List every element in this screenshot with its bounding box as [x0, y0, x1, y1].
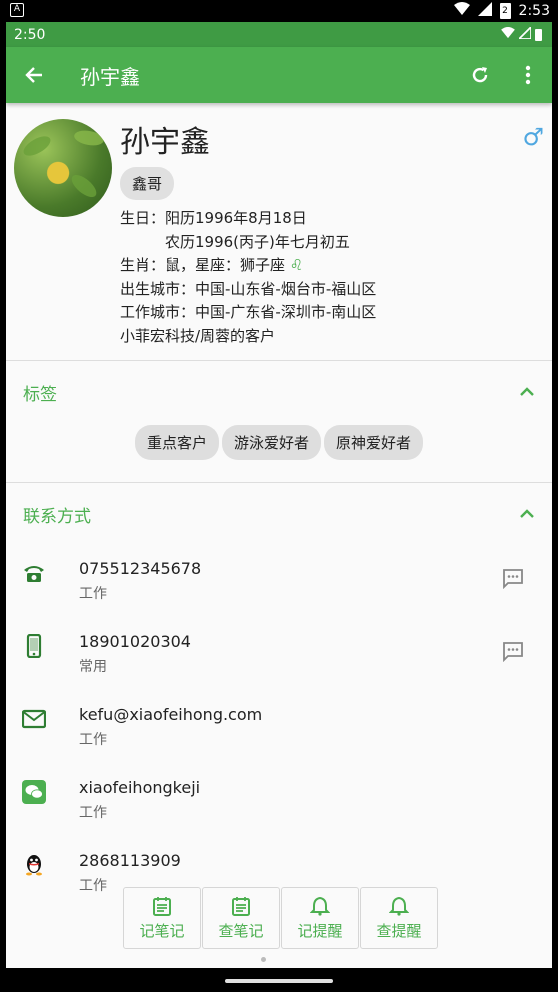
profile-info: 生日：阳历1996年8月18日 农历1996(丙子)年七月初五 生肖：鼠，星座：… — [120, 207, 376, 348]
qq-icon — [26, 855, 42, 876]
view-reminders-label: 查提醒 — [376, 921, 422, 940]
contact-section-header[interactable]: 联系方式 — [6, 483, 552, 545]
tag-chip[interactable]: 重点客户 — [134, 425, 219, 460]
app-window: 2:50 孙宇鑫 孙宇鑫 ♂ 鑫哥 生日：阳历1996年8月18日 农历1996… — [6, 22, 552, 968]
more-vert-icon — [525, 65, 531, 85]
message-icon[interactable] — [502, 567, 524, 589]
zodiac-row: 生肖：鼠，星座：狮子座 ♌ — [120, 254, 376, 278]
message-icon[interactable] — [502, 640, 524, 662]
mobile-phone-icon — [26, 634, 42, 658]
bottom-action-bar: 记笔记 查笔记 记提醒 查提醒 — [123, 887, 438, 949]
battery-icon: 2 — [499, 3, 511, 19]
home-gesture-handle[interactable] — [225, 979, 333, 983]
arrow-left-icon — [25, 67, 42, 83]
app-notification-icon: A — [10, 3, 24, 17]
zodiac-text: 生肖：鼠，星座：狮子座 — [120, 256, 286, 274]
signal-icon — [516, 24, 532, 43]
system-status-bar: A 2 2:53 — [0, 0, 558, 22]
signal-icon — [477, 2, 492, 20]
male-gender-icon: ♂ — [522, 123, 544, 151]
system-navigation-bar — [0, 968, 558, 992]
wifi-icon — [501, 26, 515, 43]
contact-item[interactable]: 075512345678 工作 — [6, 545, 552, 618]
view-notes-button[interactable]: 查笔记 — [202, 887, 280, 949]
birthday-lunar: 农历1996(丙子)年七月初五 — [165, 232, 350, 251]
bell-icon — [389, 896, 409, 916]
contact-label: 常用 — [79, 659, 107, 675]
app-status-time: 2:50 — [14, 26, 46, 43]
add-note-button[interactable]: 记笔记 — [123, 887, 201, 949]
calendar-note-icon — [153, 896, 171, 916]
toolbar: 孙宇鑫 — [6, 47, 552, 103]
add-reminder-button[interactable]: 记提醒 — [281, 887, 359, 949]
contact-value: kefu@xiaofeihong.com — [79, 705, 263, 724]
avatar[interactable] — [14, 119, 112, 217]
tag-chip[interactable]: 游泳爱好者 — [221, 425, 321, 460]
refresh-button[interactable] — [456, 47, 504, 103]
add-note-label: 记笔记 — [139, 921, 185, 940]
wechat-icon — [22, 780, 46, 804]
contact-label: 工作 — [79, 805, 107, 821]
battery-icon — [535, 28, 542, 41]
contact-value: 18901020304 — [79, 632, 191, 651]
contact-label: 工作 — [79, 878, 107, 894]
contact-value: 075512345678 — [79, 559, 202, 578]
tags-section-header[interactable]: 标签 — [6, 361, 552, 423]
tag-chip[interactable]: 原神爱好者 — [324, 425, 424, 460]
app-status-bar: 2:50 — [6, 22, 552, 47]
nickname-chip: 鑫哥 — [120, 167, 175, 200]
contact-label: 工作 — [79, 586, 107, 602]
contact-item[interactable]: kefu@xiaofeihong.com 工作 — [6, 691, 552, 764]
work-city: 工作城市：中国-广东省-深圳市-南山区 — [120, 303, 377, 321]
calendar-note-icon — [232, 896, 250, 916]
page-title: 孙宇鑫 — [80, 64, 140, 89]
contact-value: 2868113909 — [79, 851, 181, 870]
contact-item[interactable]: 18901020304 常用 — [6, 618, 552, 691]
refresh-icon — [472, 67, 488, 83]
birth-city: 出生城市：中国-山东省-烟台市-福山区 — [120, 279, 377, 298]
contact-label: 工作 — [79, 732, 107, 748]
view-notes-label: 查笔记 — [218, 921, 264, 940]
wifi-icon — [453, 2, 470, 20]
contact-value: xiaofeihongkeji — [79, 778, 201, 797]
add-reminder-label: 记提醒 — [297, 921, 343, 940]
owner-info: 小菲宏科技/周蓉的客户 — [120, 326, 276, 345]
system-time: 2:53 — [518, 3, 550, 19]
scroll-indicator — [261, 957, 266, 962]
profile-card: 孙宇鑫 ♂ 鑫哥 生日：阳历1996年8月18日 农历1996(丙子)年七月初五… — [6, 103, 552, 361]
leo-icon: ♌ — [289, 256, 304, 274]
chevron-up-icon — [520, 509, 534, 518]
view-reminders-button[interactable]: 查提醒 — [360, 887, 438, 949]
chevron-up-icon — [520, 387, 534, 396]
contact-item[interactable]: xiaofeihongkeji 工作 — [6, 764, 552, 837]
back-button[interactable] — [6, 47, 62, 103]
tags-section: 标签 重点客户 游泳爱好者 原神爱好者 — [6, 361, 552, 483]
email-icon — [22, 709, 46, 729]
contact-name: 孙宇鑫 — [120, 125, 210, 160]
bell-icon — [310, 896, 330, 916]
contact-section: 联系方式 075512345678 工作 18901020304 常用 kefu… — [6, 483, 552, 910]
tags-section-title: 标签 — [23, 384, 57, 405]
tag-list: 重点客户 游泳爱好者 原神爱好者 — [6, 423, 552, 482]
more-options-button[interactable] — [504, 47, 552, 103]
contact-section-title: 联系方式 — [23, 506, 91, 527]
telephone-icon — [24, 566, 44, 582]
birthday-solar: 生日：阳历1996年8月18日 — [120, 209, 307, 227]
